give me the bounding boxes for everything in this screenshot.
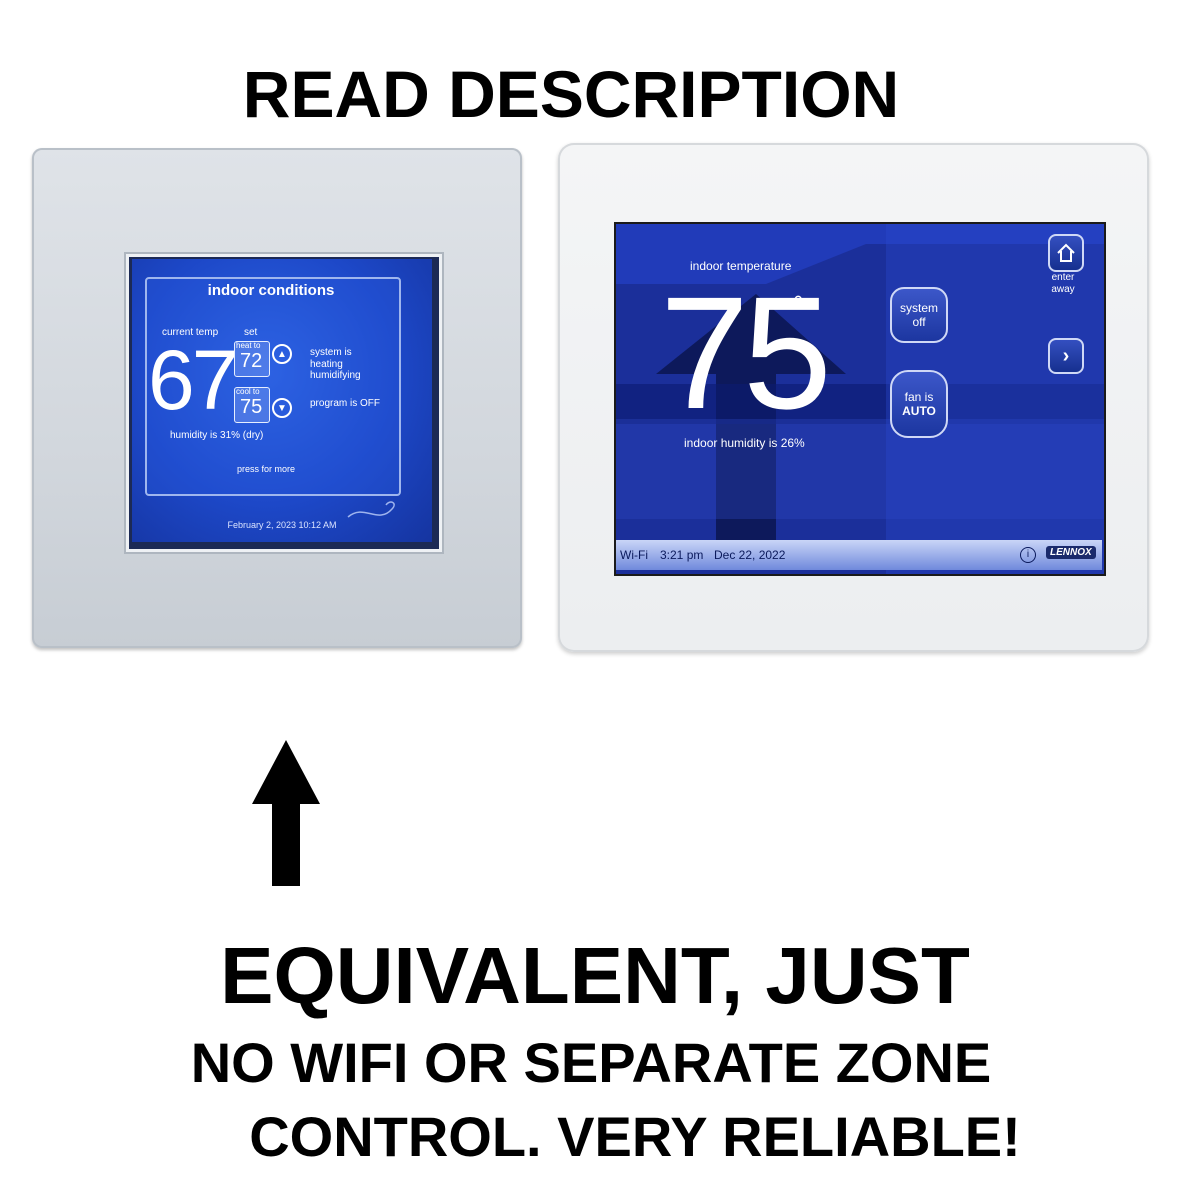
system-status-line1: system is	[310, 347, 352, 358]
status-time: 3:21 pm	[660, 548, 704, 562]
set-label: set	[244, 327, 258, 338]
degree-symbol: °	[793, 290, 804, 320]
left-title: indoor conditions	[207, 282, 335, 299]
left-humidity: humidity is 31% (dry)	[170, 430, 264, 441]
system-button-line2: off	[912, 315, 926, 329]
top-heading: READ DESCRIPTION	[242, 57, 900, 131]
fan-button-line1: fan is	[904, 390, 934, 404]
program-status: program is OFF	[310, 398, 381, 409]
temp-down-arrow-icon[interactable]: ▼	[272, 398, 292, 418]
up-arrow-icon	[252, 740, 320, 886]
fan-button-line2: AUTO	[902, 404, 936, 418]
help-icon[interactable]: i	[1020, 547, 1036, 563]
home-away-button[interactable]	[1048, 234, 1084, 272]
home-icon	[1057, 243, 1075, 262]
chevron-right-icon: ›	[1062, 344, 1070, 367]
bottom-heading-line3: CONTROL. VERY RELIABLE!	[249, 1105, 1021, 1168]
temp-up-arrow-icon[interactable]: ▲	[272, 344, 292, 364]
enter-away-label: enter away	[1040, 272, 1086, 296]
right-humidity: indoor humidity is 26%	[684, 436, 805, 450]
system-status-line3: humidifying	[310, 370, 361, 381]
enter-away-line2: away	[1051, 284, 1075, 295]
press-for-more[interactable]: press for more	[237, 464, 295, 474]
heat-to-label: heat to	[236, 341, 261, 350]
heat-to-value: 72	[240, 350, 263, 372]
next-page-button[interactable]: ›	[1048, 338, 1084, 374]
left-datetime: February 2, 2023 10:12 AM	[227, 520, 337, 530]
enter-away-line1: enter	[1051, 272, 1075, 283]
wifi-label[interactable]: Wi-Fi	[620, 548, 648, 562]
status-date: Dec 22, 2022	[714, 548, 786, 562]
system-button-line1: system	[899, 301, 938, 315]
bottom-heading-line1: EQUIVALENT, JUST	[220, 931, 970, 1020]
current-temp-value: 67	[148, 333, 238, 427]
bottom-heading-line2: NO WIFI OR SEPARATE ZONE	[190, 1031, 992, 1094]
cool-to-value: 75	[240, 396, 263, 418]
cool-to-label: cool to	[236, 387, 260, 396]
system-off-button[interactable]: system off	[890, 287, 948, 343]
fan-auto-button[interactable]: fan is AUTO	[890, 370, 948, 438]
brand-logo: LENNOX	[1046, 546, 1096, 559]
system-status-line2: heating	[310, 359, 343, 370]
